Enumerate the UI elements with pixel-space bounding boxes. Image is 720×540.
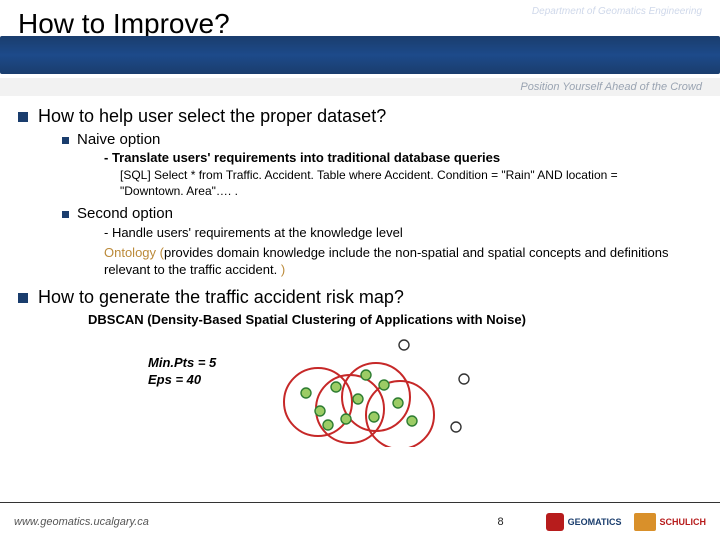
- second-option-line: - Handle users' requirements at the know…: [104, 224, 694, 242]
- slide-footer: www.geomatics.ucalgary.ca 8 GEOMATICS SC…: [0, 502, 720, 540]
- sql-example: [SQL] Select * from Traffic. Accident. T…: [120, 167, 680, 199]
- naive-option-label: Naive option: [77, 131, 160, 148]
- dbscan-cluster-diagram: [258, 327, 518, 447]
- slide-header: Department of Geomatics Engineering How …: [0, 0, 720, 78]
- param-eps: Eps = 40: [148, 372, 216, 389]
- tagline-bar: Position Yourself Ahead of the Crowd: [0, 78, 720, 96]
- header-banner: [0, 36, 720, 74]
- dbscan-label: DBSCAN (Density-Based Spatial Clustering…: [88, 312, 702, 327]
- tagline-text: Position Yourself Ahead of the Crowd: [520, 81, 702, 93]
- ontology-paren-close: ): [277, 262, 285, 277]
- question-1: How to help user select the proper datas…: [38, 106, 386, 127]
- bullet-level2: Second option: [62, 205, 702, 222]
- naive-option-line: - Translate users' requirements into tra…: [104, 150, 702, 165]
- bullet-level1: How to generate the traffic accident ris…: [18, 287, 702, 308]
- geomatics-logo-text: GEOMATICS: [568, 517, 622, 527]
- ontology-line: Ontology (provides domain knowledge incl…: [104, 244, 694, 279]
- schulich-logo-text: SCHULICH: [660, 517, 707, 527]
- ontology-paren-open: (: [156, 245, 164, 260]
- geomatics-logo: GEOMATICS: [546, 513, 622, 531]
- ontology-word: Ontology: [104, 245, 156, 260]
- bullet-level2: Naive option: [62, 131, 702, 148]
- page-number: 8: [498, 516, 504, 528]
- footer-right: 8 GEOMATICS SCHULICH: [498, 513, 706, 531]
- shield-icon: [634, 513, 656, 531]
- bullet-level1: How to help user select the proper datas…: [18, 106, 702, 127]
- ontology-body: provides domain knowledge include the no…: [104, 245, 668, 278]
- second-option-label: Second option: [77, 205, 173, 222]
- department-label: Department of Geomatics Engineering: [532, 6, 702, 17]
- param-minpts: Min.Pts = 5: [148, 355, 216, 372]
- question-2: How to generate the traffic accident ris…: [38, 287, 404, 308]
- square-bullet-icon: [62, 211, 69, 218]
- footer-url: www.geomatics.ucalgary.ca: [14, 516, 149, 528]
- slide-content: How to help user select the proper datas…: [18, 104, 702, 453]
- square-bullet-icon: [18, 112, 28, 122]
- second-option-text: - Handle users' requirements at the know…: [104, 225, 403, 240]
- square-bullet-icon: [62, 137, 69, 144]
- globe-icon: [546, 513, 564, 531]
- square-bullet-icon: [18, 293, 28, 303]
- schulich-logo: SCHULICH: [634, 513, 707, 531]
- dbscan-params: Min.Pts = 5 Eps = 40: [148, 355, 216, 389]
- cluster-diagram-area: Min.Pts = 5 Eps = 40: [148, 333, 578, 453]
